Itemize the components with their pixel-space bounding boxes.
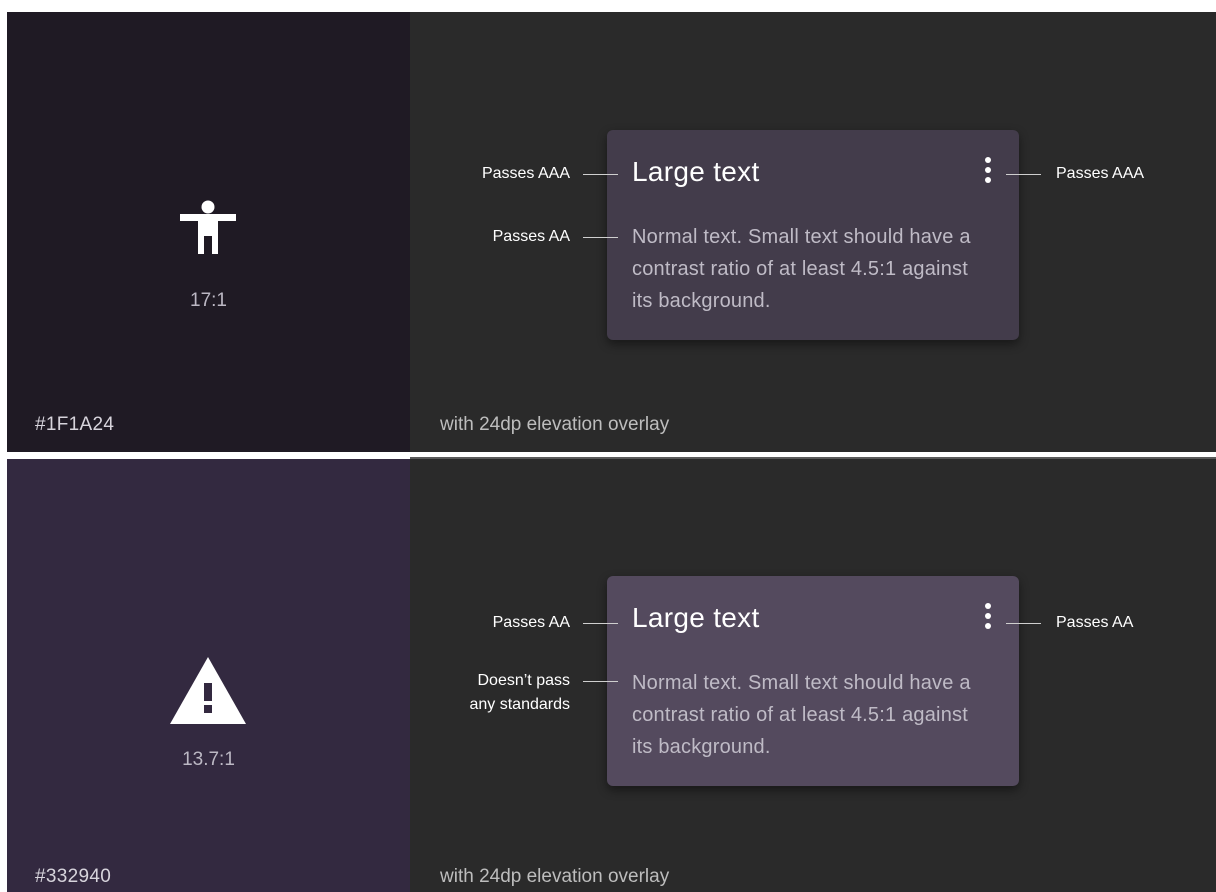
large-text-annotation: Passes AAA xyxy=(481,165,570,182)
accessibility-person-icon xyxy=(168,192,248,272)
icon-annotation: Passes AAA xyxy=(1056,165,1145,182)
leader-line xyxy=(583,623,618,624)
contrast-ratio: 13.7:1 xyxy=(182,749,235,770)
color-swatch-1f1a24: 17:1 #1F1A24 xyxy=(7,12,410,452)
leader-line xyxy=(1006,623,1041,624)
normal-text-annotation: Doesn’t pass any standards xyxy=(430,669,570,717)
sample-card: Large text Normal text. Small text shoul… xyxy=(607,130,1019,340)
hex-label: #1F1A24 xyxy=(35,414,115,435)
more-vert-icon[interactable] xyxy=(985,603,991,629)
overlay-caption: with 24dp elevation overlay xyxy=(440,414,670,435)
hex-label: #332940 xyxy=(35,866,112,887)
leader-line xyxy=(583,681,618,682)
normal-annotation-line-1: Doesn’t pass xyxy=(477,672,571,689)
normal-text-annotation: Passes AA xyxy=(492,228,570,245)
normal-text-sample: Normal text. Small text should have a co… xyxy=(632,226,971,312)
color-swatch-332940: 13.7:1 #332940 xyxy=(7,459,410,892)
contrast-ratio: 17:1 xyxy=(190,290,227,311)
example-row-2: 13.7:1 #332940 Large text Normal text. S… xyxy=(7,459,1216,892)
leader-line xyxy=(1006,174,1041,175)
leader-line xyxy=(583,174,618,175)
icon-annotation: Passes AA xyxy=(1056,614,1134,631)
large-text-sample: Large text xyxy=(632,156,760,187)
example-row-1: 17:1 #1F1A24 Large text Normal text. Sma… xyxy=(7,12,1216,452)
warning-triangle-icon xyxy=(168,649,248,729)
elevation-panel: Large text Normal text. Small text shoul… xyxy=(410,12,1216,452)
sample-card: Large text Normal text. Small text shoul… xyxy=(607,576,1019,786)
contrast-examples: 17:1 #1F1A24 Large text Normal text. Sma… xyxy=(7,12,1216,892)
normal-annotation-line-2: any standards xyxy=(469,696,570,713)
normal-text-sample: Normal text. Small text should have a co… xyxy=(632,672,971,758)
large-text-annotation: Passes AA xyxy=(492,614,570,631)
overlay-caption: with 24dp elevation overlay xyxy=(440,866,670,887)
more-vert-icon[interactable] xyxy=(985,157,991,183)
elevation-panel: Large text Normal text. Small text shoul… xyxy=(410,459,1216,892)
large-text-sample: Large text xyxy=(632,602,760,633)
leader-line xyxy=(583,237,618,238)
